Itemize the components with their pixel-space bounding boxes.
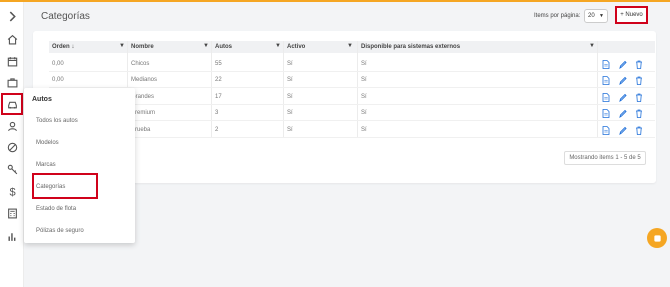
cell-nombre: Chicos: [131, 61, 150, 67]
document-icon[interactable]: [602, 76, 610, 85]
briefcase-icon[interactable]: [4, 74, 20, 90]
edit-icon[interactable]: [619, 60, 627, 69]
cell-activo: Sí: [287, 77, 293, 83]
cell-autos: 22: [215, 77, 222, 83]
menu-item-estado-de-flota[interactable]: Estado de flota: [36, 206, 76, 212]
cell-orden: 0,00: [52, 61, 64, 67]
row-divider: [49, 137, 655, 138]
row-divider: [49, 104, 655, 105]
car-icon[interactable]: [1, 93, 23, 115]
new-button[interactable]: + Nuevo: [615, 6, 648, 24]
cell-nombre: Medianos: [131, 77, 158, 83]
flyout-title: Autos: [32, 96, 52, 103]
ban-icon[interactable]: [4, 139, 20, 155]
cell-disponible: Sí: [361, 77, 367, 83]
sidebar: $: [0, 2, 24, 287]
cell-autos: 17: [215, 94, 222, 100]
row-divider: [49, 71, 655, 72]
row-divider: [49, 120, 655, 121]
cell-autos: 2: [215, 127, 219, 133]
delete-icon[interactable]: [635, 126, 643, 135]
document-icon[interactable]: [602, 60, 610, 69]
autos-flyout-menu: Autos Todos los autos Modelos Marcas Cat…: [24, 88, 135, 243]
cell-activo: Sí: [287, 127, 293, 133]
row-divider: [49, 87, 655, 88]
cell-autos: 55: [215, 61, 222, 67]
user-icon[interactable]: [4, 118, 20, 134]
delete-icon[interactable]: [635, 93, 643, 102]
per-page-value: 20: [588, 13, 595, 19]
per-page-select[interactable]: 20 ▼: [584, 9, 608, 23]
document-icon[interactable]: [602, 126, 610, 135]
cell-activo: Sí: [287, 94, 293, 100]
key-icon[interactable]: [4, 161, 20, 177]
column-divider: [283, 41, 284, 137]
pagination-info: Mostrando items 1 - 5 de 5: [564, 151, 646, 165]
edit-icon[interactable]: [619, 109, 627, 118]
home-icon[interactable]: [4, 31, 20, 47]
column-divider: [597, 41, 598, 137]
calculator-icon[interactable]: [4, 205, 20, 221]
document-icon[interactable]: [602, 109, 610, 118]
edit-icon[interactable]: [619, 126, 627, 135]
filter-icon[interactable]: ▼: [589, 43, 595, 49]
edit-icon[interactable]: [619, 76, 627, 85]
page-title: Categorías: [41, 11, 90, 22]
cell-autos: 3: [215, 110, 219, 116]
cell-activo: Sí: [287, 61, 293, 67]
edit-icon[interactable]: [619, 93, 627, 102]
chat-button[interactable]: [647, 228, 667, 248]
chat-icon: [653, 234, 661, 242]
column-header-disponible[interactable]: Disponible para sistemas externos: [361, 44, 460, 50]
menu-item-categorias[interactable]: Categorías: [36, 184, 65, 190]
column-divider: [357, 41, 358, 137]
chevron-down-icon: ▼: [599, 13, 604, 19]
delete-icon[interactable]: [635, 109, 643, 118]
filter-icon[interactable]: ▼: [119, 43, 125, 49]
bar-chart-icon[interactable]: [4, 228, 20, 244]
filter-icon[interactable]: ▼: [203, 43, 209, 49]
menu-item-modelos[interactable]: Modelos: [36, 140, 59, 146]
chevron-right-icon[interactable]: [4, 8, 20, 24]
per-page-label: Items por página:: [534, 13, 581, 19]
menu-item-todos-los-autos[interactable]: Todos los autos: [36, 118, 78, 124]
column-divider: [211, 41, 212, 137]
cell-disponible: Sí: [361, 127, 367, 133]
svg-text:$: $: [9, 186, 15, 197]
column-header-activo[interactable]: Activo: [287, 44, 305, 50]
filter-icon[interactable]: ▼: [275, 43, 281, 49]
column-header-orden[interactable]: Orden ↓: [52, 44, 74, 50]
cell-orden: 0,00: [52, 77, 64, 83]
menu-item-polizas-de-seguro[interactable]: Pólizas de seguro: [36, 228, 84, 234]
delete-icon[interactable]: [635, 76, 643, 85]
menu-item-marcas[interactable]: Marcas: [36, 162, 56, 168]
filter-icon[interactable]: ▼: [347, 43, 353, 49]
delete-icon[interactable]: [635, 60, 643, 69]
cell-disponible: Sí: [361, 61, 367, 67]
column-header-nombre[interactable]: Nombre: [131, 44, 154, 50]
cell-activo: Sí: [287, 110, 293, 116]
document-icon[interactable]: [602, 93, 610, 102]
column-header-autos[interactable]: Autos: [215, 44, 232, 50]
cell-disponible: Sí: [361, 110, 367, 116]
calendar-icon[interactable]: [4, 53, 20, 69]
cell-disponible: Sí: [361, 94, 367, 100]
dollar-icon[interactable]: $: [4, 183, 20, 199]
